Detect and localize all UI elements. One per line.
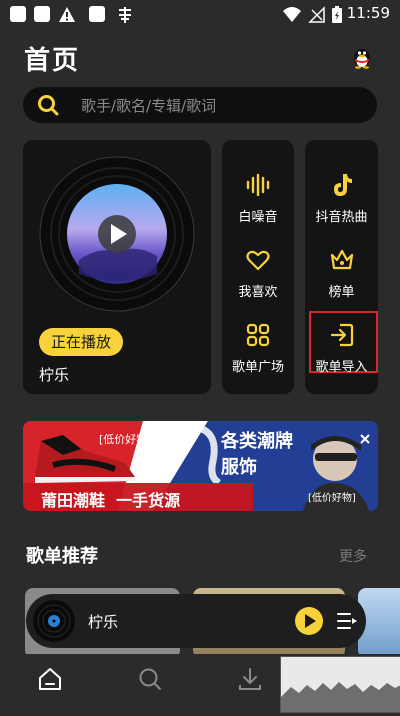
page-title: 首页 bbox=[24, 46, 81, 76]
banner-title: 各类潮牌 bbox=[221, 431, 293, 452]
ad-banner[interactable]: [低价好物] 莆田潮鞋 一手货源 各类潮牌 服饰 [低价好物] bbox=[23, 421, 378, 511]
search-icon bbox=[38, 95, 59, 116]
now-playing-badge: 正在播放 bbox=[39, 328, 124, 356]
battery-icon bbox=[332, 6, 342, 23]
now-playing-card[interactable]: 正在播放 柠乐 bbox=[23, 140, 211, 394]
qq-penguin-icon[interactable] bbox=[350, 45, 374, 69]
play-button[interactable] bbox=[294, 606, 324, 636]
tile-label: 我喜欢 bbox=[238, 285, 278, 300]
tile-playlist-import[interactable]: 歌单导入 bbox=[305, 308, 378, 384]
warning-icon bbox=[59, 7, 75, 22]
mini-disc-icon bbox=[33, 600, 75, 642]
crown-icon bbox=[330, 249, 353, 270]
overlay-graphic bbox=[281, 682, 400, 712]
quick-tiles-column: 白噪音 我喜欢 歌单广场 bbox=[222, 140, 294, 394]
tile-label: 白噪音 bbox=[238, 210, 278, 225]
clock: 11:59 bbox=[346, 4, 390, 22]
section-title: 歌单推荐 bbox=[26, 546, 98, 567]
tile-label: 抖音热曲 bbox=[315, 210, 368, 225]
tile-charts[interactable]: 榜单 bbox=[305, 233, 378, 309]
tile-playlist-square[interactable]: 歌单广场 bbox=[222, 308, 294, 384]
notification-icon bbox=[10, 6, 26, 22]
banner-tag: [低价好物] bbox=[308, 493, 356, 504]
tile-label: 榜单 bbox=[328, 285, 355, 300]
banner-tag: [低价好物] bbox=[99, 433, 152, 446]
status-bar: 11:59 bbox=[0, 0, 400, 30]
tile-label: 歌单导入 bbox=[315, 360, 368, 375]
tile-white-noise[interactable]: 白噪音 bbox=[222, 158, 294, 234]
wifi-icon bbox=[283, 7, 301, 22]
search-bar[interactable] bbox=[23, 87, 377, 125]
banner-title: 莆田潮鞋 一手货源 bbox=[41, 491, 181, 510]
mini-player-song: 柠乐 bbox=[88, 613, 119, 631]
heart-icon bbox=[246, 250, 270, 271]
tile-label: 歌单广场 bbox=[231, 360, 284, 375]
tile-favorites[interactable]: 我喜欢 bbox=[222, 233, 294, 309]
banner-title: 服饰 bbox=[221, 457, 257, 478]
mini-player[interactable]: 柠乐 bbox=[26, 594, 366, 648]
more-link[interactable]: 更多 bbox=[339, 546, 367, 566]
quick-tiles-column: 抖音热曲 榜单 歌单导入 bbox=[305, 140, 378, 394]
import-icon bbox=[330, 323, 353, 347]
notification-icon bbox=[34, 6, 50, 22]
notification-icon bbox=[89, 6, 105, 22]
tiktok-icon bbox=[333, 174, 352, 196]
tile-tiktok-hits[interactable]: 抖音热曲 bbox=[305, 158, 378, 234]
grid-icon bbox=[246, 323, 270, 347]
overlay-thumbnail bbox=[280, 656, 400, 713]
search-icon[interactable] bbox=[137, 666, 163, 692]
search-input[interactable] bbox=[79, 87, 363, 125]
download-icon[interactable] bbox=[237, 666, 263, 692]
now-playing-song: 柠乐 bbox=[39, 366, 70, 384]
album-disc[interactable] bbox=[39, 156, 195, 312]
app-notification-icon bbox=[119, 7, 131, 23]
soundwave-icon bbox=[246, 173, 270, 197]
signal-icon bbox=[308, 6, 325, 23]
playlist-icon[interactable] bbox=[336, 610, 358, 632]
home-icon[interactable] bbox=[37, 666, 63, 692]
